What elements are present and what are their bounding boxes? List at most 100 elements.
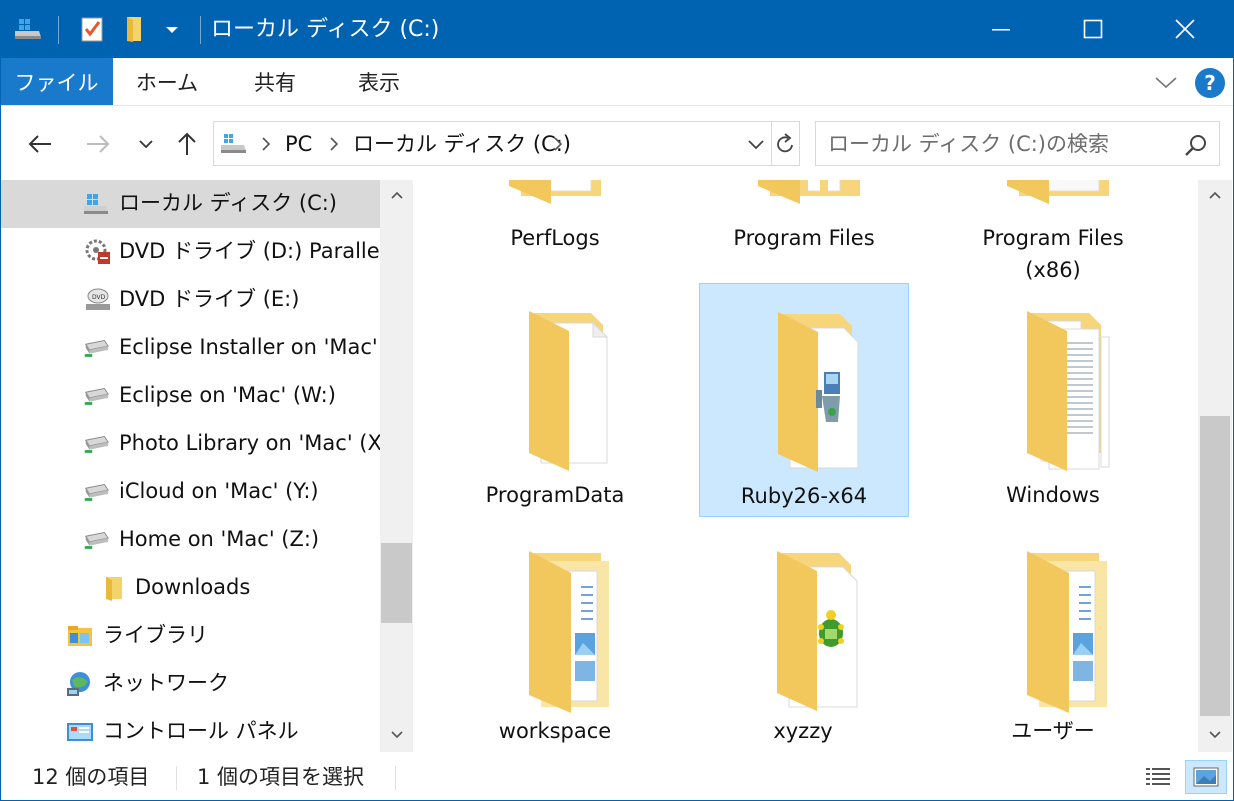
network-drive-icon	[84, 484, 109, 501]
tab-home[interactable]: ホーム	[122, 58, 212, 105]
customize-dropdown-icon[interactable]	[158, 14, 186, 44]
address-bar[interactable]: PC ローカル ディスク (C:)	[213, 121, 800, 166]
chevron-up-icon	[390, 191, 403, 199]
scroll-up-button[interactable]	[1198, 180, 1231, 210]
tab-share[interactable]: 共有	[230, 58, 320, 105]
folder-pictures-icon	[529, 551, 609, 713]
file-name: ユーザー	[1011, 719, 1095, 743]
address-history-dropdown[interactable]	[741, 122, 771, 165]
chevron-down-icon	[1208, 731, 1221, 739]
expand-ribbon-button[interactable]	[1152, 70, 1180, 94]
network-drive-icon	[84, 388, 109, 405]
nav-item-label: ライブラリ	[103, 623, 208, 647]
scroll-down-button[interactable]	[1198, 720, 1231, 750]
file-tile-perflogs[interactable]: PerfLogs	[451, 180, 661, 280]
ribbon-tab-bar: ファイル ホーム 共有 表示	[0, 58, 1234, 106]
file-tile-workspace[interactable]: workspace	[451, 525, 661, 752]
library-icon	[68, 626, 92, 646]
large-icons-view-button[interactable]	[1185, 760, 1227, 794]
file-tile-programdata[interactable]: ProgramData	[451, 283, 661, 517]
minimize-button[interactable]	[955, 0, 1047, 58]
nav-item-eclipse-installer[interactable]: Eclipse Installer on 'Mac'	[0, 324, 380, 372]
file-name: Ruby26-x64	[740, 484, 868, 508]
maximize-button[interactable]	[1047, 0, 1139, 58]
nav-item-control-panel[interactable]: コントロール パネル	[0, 708, 380, 752]
file-name: ProgramData	[485, 483, 625, 507]
content-scroll-thumb[interactable]	[1200, 416, 1230, 716]
details-view-button[interactable]	[1141, 760, 1175, 794]
nav-item-downloads[interactable]: Downloads	[0, 564, 380, 612]
file-tile-windows[interactable]: Windows	[949, 283, 1159, 517]
folder-empty-icon	[509, 180, 601, 204]
navigation-pane: ローカル ディスク (C:) DVD ドライブ (D:) Parallels D…	[0, 180, 413, 752]
separator	[200, 16, 201, 44]
maximize-icon	[1083, 19, 1103, 39]
breadcrumb-pc[interactable]: PC	[285, 130, 312, 158]
nav-item-libraries[interactable]: ライブラリ	[0, 612, 380, 660]
refresh-button[interactable]	[771, 122, 800, 165]
folder-docs-icon	[1027, 311, 1110, 471]
drive-icon	[221, 134, 246, 153]
drive-icon[interactable]	[10, 14, 46, 44]
file-name: Windows	[1006, 483, 1100, 507]
minimize-icon	[992, 29, 1010, 31]
details-view-icon	[1146, 768, 1170, 785]
scroll-up-button[interactable]	[380, 180, 413, 210]
search-box[interactable]: ローカル ディスク (C:)の検索	[815, 121, 1220, 166]
file-tile-program-files-x86[interactable]: Program Files (x86)	[949, 180, 1159, 290]
new-folder-icon[interactable]	[116, 14, 152, 44]
nav-item-network[interactable]: ネットワーク	[0, 660, 380, 708]
recent-locations-button[interactable]	[128, 124, 164, 164]
status-bar: 12 個の項目 1 個の項目を選択	[0, 752, 1234, 801]
close-icon	[1175, 19, 1195, 39]
chevron-right-icon	[330, 137, 339, 151]
nav-scroll-thumb[interactable]	[381, 543, 412, 623]
nav-item-local-disk[interactable]: ローカル ディスク (C:)	[0, 180, 380, 228]
content-scrollbar[interactable]	[1198, 180, 1232, 752]
nav-item-label: Home on 'Mac' (Z:)	[119, 527, 320, 551]
up-button[interactable]	[167, 124, 207, 164]
nav-item-icloud[interactable]: iCloud on 'Mac' (Y:)	[0, 468, 380, 516]
network-drive-icon	[84, 532, 109, 549]
help-button[interactable]: ?	[1195, 68, 1225, 98]
chevron-right-icon	[262, 137, 271, 151]
scroll-down-button[interactable]	[380, 720, 413, 750]
folder-pictures-icon	[1027, 551, 1107, 713]
nav-item-eclipse[interactable]: Eclipse on 'Mac' (W:)	[0, 372, 380, 420]
nav-item-dvd-e[interactable]: DVD DVD ドライブ (E:)	[0, 276, 380, 324]
nav-item-dvd-d[interactable]: DVD ドライブ (D:) Parallels	[0, 228, 396, 276]
file-name: PerfLogs	[510, 226, 600, 250]
title-bar: ローカル ディスク (C:)	[0, 0, 1234, 58]
folder-icon	[106, 577, 122, 601]
tab-file[interactable]: ファイル	[0, 58, 113, 105]
arrow-up-icon	[178, 132, 196, 155]
large-icons-view-icon	[1193, 767, 1219, 787]
chevron-down-icon	[748, 139, 764, 149]
breadcrumb-local-disk[interactable]: ローカル ディスク (C:)	[353, 130, 571, 158]
nav-item-home[interactable]: Home on 'Mac' (Z:)	[0, 516, 380, 564]
chevron-down-icon	[390, 731, 403, 739]
file-tile-program-files[interactable]: Program Files	[700, 180, 910, 280]
nav-item-label: iCloud on 'Mac' (Y:)	[119, 479, 319, 503]
svg-text:DVD: DVD	[92, 294, 106, 301]
search-input[interactable]: ローカル ディスク (C:)の検索	[828, 130, 1109, 158]
selected-count: 1 個の項目を選択	[197, 765, 365, 789]
properties-icon[interactable]	[74, 14, 110, 44]
network-icon	[67, 672, 90, 696]
file-tile-ruby26-x64[interactable]: Ruby26-x64	[699, 283, 909, 517]
chevron-up-icon	[1208, 191, 1221, 199]
forward-button[interactable]	[78, 124, 118, 164]
search-icon[interactable]	[1183, 132, 1209, 158]
nav-item-photo-library[interactable]: Photo Library on 'Mac' (X	[0, 420, 382, 468]
control-panel-icon	[67, 723, 93, 741]
tab-view[interactable]: 表示	[334, 58, 424, 105]
network-drive-icon	[84, 436, 109, 453]
separator	[395, 766, 396, 790]
file-tile-users[interactable]: ユーザー	[949, 525, 1159, 752]
back-button[interactable]	[20, 124, 60, 164]
nav-item-label: ローカル ディスク (C:)	[119, 191, 338, 215]
file-name: Program Files	[733, 226, 875, 250]
close-button[interactable]	[1139, 0, 1231, 58]
nav-scrollbar[interactable]	[380, 180, 413, 752]
file-tile-xyzzy[interactable]: xyzzy	[699, 525, 909, 752]
